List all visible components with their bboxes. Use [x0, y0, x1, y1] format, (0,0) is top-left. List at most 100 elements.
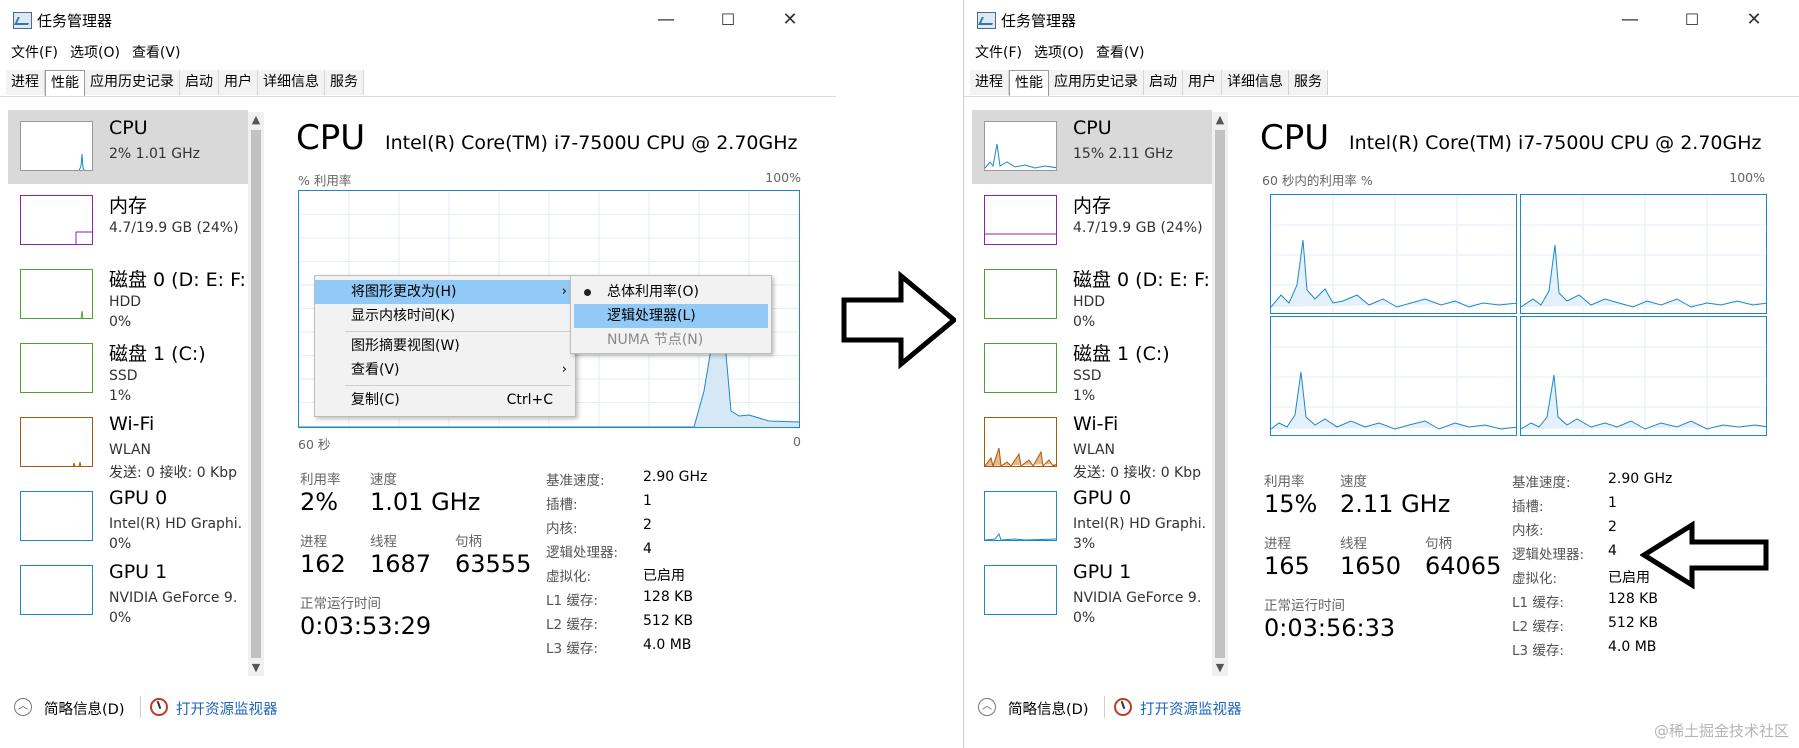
- page-title: CPU: [1260, 118, 1330, 158]
- sidebar-item-disk-0[interactable]: 磁盘 0 (D: E: F: HDD 0%: [8, 258, 248, 332]
- tab-app-history[interactable]: 应用历史记录: [1049, 70, 1144, 95]
- scroll-up-icon[interactable]: ▲: [1212, 112, 1228, 128]
- sidebar-item-gpu-0[interactable]: GPU 0 Intel(R) HD Graphi. 0%: [8, 480, 248, 554]
- menu-item-show-kernel-times[interactable]: 显示内核时间(K): [315, 304, 575, 328]
- scroll-thumb[interactable]: [1215, 130, 1225, 658]
- sidebar-item-detail: Intel(R) HD Graphi.: [1073, 516, 1207, 532]
- menu-item-copy[interactable]: 复制(C) Ctrl+C: [315, 388, 575, 412]
- open-resource-monitor-link[interactable]: 打开资源监视器: [1140, 698, 1242, 719]
- scroll-down-icon[interactable]: ▼: [1212, 660, 1228, 676]
- minimize-button[interactable]: —: [1600, 4, 1660, 36]
- close-button[interactable]: ✕: [760, 4, 820, 36]
- sidebar-item-disk-0[interactable]: 磁盘 0 (D: E: F: HDD 0%: [972, 258, 1212, 332]
- close-button[interactable]: ✕: [1724, 4, 1784, 36]
- sidebar-scrollbar[interactable]: ▲ ▼: [248, 112, 264, 676]
- menu-item-graph-summary-view[interactable]: 图形摘要视图(W): [315, 334, 575, 358]
- tab-performance[interactable]: 性能: [1009, 70, 1049, 97]
- sidebar-item-cpu[interactable]: CPU 15% 2.11 GHz: [972, 110, 1212, 184]
- spec-value: 4.0 MB: [643, 637, 692, 653]
- utilization-value: 15%: [1264, 490, 1318, 518]
- title-bar: 任务管理器 — ☐ ✕: [964, 0, 1799, 40]
- sidebar-item-detail: SSD: [109, 368, 138, 384]
- scroll-down-icon[interactable]: ▼: [248, 660, 264, 676]
- tab-processes[interactable]: 进程: [970, 70, 1009, 95]
- sidebar-item-value: 1%: [1073, 388, 1096, 404]
- menu-options[interactable]: 选项(O): [65, 42, 127, 64]
- maximize-button[interactable]: ☐: [698, 4, 758, 36]
- open-resource-monitor-link[interactable]: 打开资源监视器: [176, 698, 278, 719]
- tab-performance[interactable]: 性能: [45, 70, 85, 97]
- tab-startup[interactable]: 启动: [180, 70, 219, 95]
- title-bar: 任务管理器 — ☐ ✕: [0, 0, 836, 40]
- sidebar-item-detail: SSD: [1073, 368, 1102, 384]
- sidebar-item-detail: NVIDIA GeForce 9.: [1073, 590, 1202, 606]
- tab-details[interactable]: 详细信息: [258, 70, 325, 95]
- scroll-thumb[interactable]: [251, 130, 261, 658]
- sidebar-item-disk-1[interactable]: 磁盘 1 (C:) SSD 1%: [8, 332, 248, 406]
- tab-processes[interactable]: 进程: [6, 70, 45, 95]
- sidebar-item-name: 磁盘 0 (D: E: F:: [1073, 269, 1210, 291]
- logical-processor-graph-svg: [1521, 195, 1766, 313]
- tab-services[interactable]: 服务: [325, 70, 364, 95]
- processes-value: 162: [300, 550, 346, 578]
- menu-bar: 文件(F) 选项(O) 查看(V): [970, 42, 1151, 64]
- sidebar-item-detail: Intel(R) HD Graphi.: [109, 516, 243, 532]
- sidebar-item-gpu-0[interactable]: GPU 0 Intel(R) HD Graphi. 3%: [972, 480, 1212, 554]
- fewer-details-button[interactable]: 简略信息(D): [44, 698, 124, 719]
- menu-item-label: NUMA 节点(N): [607, 332, 704, 348]
- resource-monitor-icon[interactable]: [1114, 698, 1132, 716]
- sidebar-item-gpu-1[interactable]: GPU 1 NVIDIA GeForce 9. 0%: [8, 554, 248, 628]
- menu-view[interactable]: 查看(V): [127, 42, 188, 64]
- sidebar-item-memory[interactable]: 内存 4.7/19.9 GB (24%): [8, 184, 248, 258]
- chevron-up-icon[interactable]: ︿: [14, 698, 32, 716]
- wifi-thumbnail-graph: [20, 417, 93, 467]
- menu-item-shortcut: Ctrl+C: [506, 392, 553, 408]
- menu-item-view[interactable]: 查看(V) ›: [315, 358, 575, 382]
- menu-view[interactable]: 查看(V): [1091, 42, 1152, 64]
- sidebar-item-wifi[interactable]: Wi-Fi WLAN 发送: 0 接收: 0 Kbp: [972, 406, 1212, 481]
- minimize-button[interactable]: —: [636, 4, 696, 36]
- spec-key: 基准速度:: [546, 473, 605, 489]
- fewer-details-button[interactable]: 简略信息(D): [1008, 698, 1088, 719]
- submenu-item-logical-processors[interactable]: 逻辑处理器(L): [574, 304, 768, 328]
- menu-item-change-graph[interactable]: 将图形更改为(H) ›: [315, 280, 575, 304]
- logical-processor-graph[interactable]: [1520, 194, 1767, 314]
- sidebar-item-gpu-1[interactable]: GPU 1 NVIDIA GeForce 9. 0%: [972, 554, 1212, 628]
- maximize-button[interactable]: ☐: [1662, 4, 1722, 36]
- logical-processor-graph[interactable]: [1270, 194, 1517, 314]
- tab-startup[interactable]: 启动: [1144, 70, 1183, 95]
- menu-options[interactable]: 选项(O): [1029, 42, 1091, 64]
- sidebar-item-memory[interactable]: 内存 4.7/19.9 GB (24%): [972, 184, 1212, 258]
- tab-users[interactable]: 用户: [1183, 70, 1222, 95]
- threads-label: 线程: [1340, 536, 1367, 552]
- sidebar-scrollbar[interactable]: ▲ ▼: [1212, 112, 1228, 676]
- sidebar-item-wifi[interactable]: Wi-Fi WLAN 发送: 0 接收: 0 Kbp: [8, 406, 248, 481]
- sidebar-item-cpu[interactable]: CPU 2% 1.01 GHz: [8, 110, 248, 184]
- wifi-thumbnail-graph: [984, 417, 1057, 467]
- tab-details[interactable]: 详细信息: [1222, 70, 1289, 95]
- tab-services[interactable]: 服务: [1289, 70, 1328, 95]
- chevron-up-icon[interactable]: ︿: [978, 698, 996, 716]
- menu-file[interactable]: 文件(F): [6, 42, 65, 64]
- sidebar-item-detail: 2% 1.01 GHz: [109, 146, 201, 162]
- spec-key: 逻辑处理器:: [546, 545, 619, 561]
- spec-value: 1: [643, 493, 652, 509]
- sidebar-item-detail: WLAN: [109, 442, 152, 458]
- spec-value: 2: [1608, 519, 1617, 535]
- resource-monitor-icon[interactable]: [150, 698, 168, 716]
- sidebar-item-value: 0%: [1073, 610, 1096, 626]
- tab-users[interactable]: 用户: [219, 70, 258, 95]
- spec-value: 512 KB: [1608, 615, 1658, 631]
- sidebar-item-disk-1[interactable]: 磁盘 1 (C:) SSD 1%: [972, 332, 1212, 406]
- scroll-up-icon[interactable]: ▲: [248, 112, 264, 128]
- tab-app-history[interactable]: 应用历史记录: [85, 70, 180, 95]
- submenu-item-overall-utilization[interactable]: 总体利用率(O): [574, 280, 768, 304]
- menu-file[interactable]: 文件(F): [970, 42, 1029, 64]
- logical-processor-graph[interactable]: [1520, 316, 1767, 436]
- graph-label: 60 秒内的利用率 %: [1262, 173, 1373, 188]
- menu-item-label: 将图形更改为(H): [351, 284, 457, 300]
- spec-key: L2 缓存:: [546, 617, 598, 633]
- sidebar-item-name: GPU 1: [1073, 561, 1132, 583]
- logical-processor-graph[interactable]: [1270, 316, 1517, 436]
- logical-processor-graph-svg: [1521, 317, 1766, 435]
